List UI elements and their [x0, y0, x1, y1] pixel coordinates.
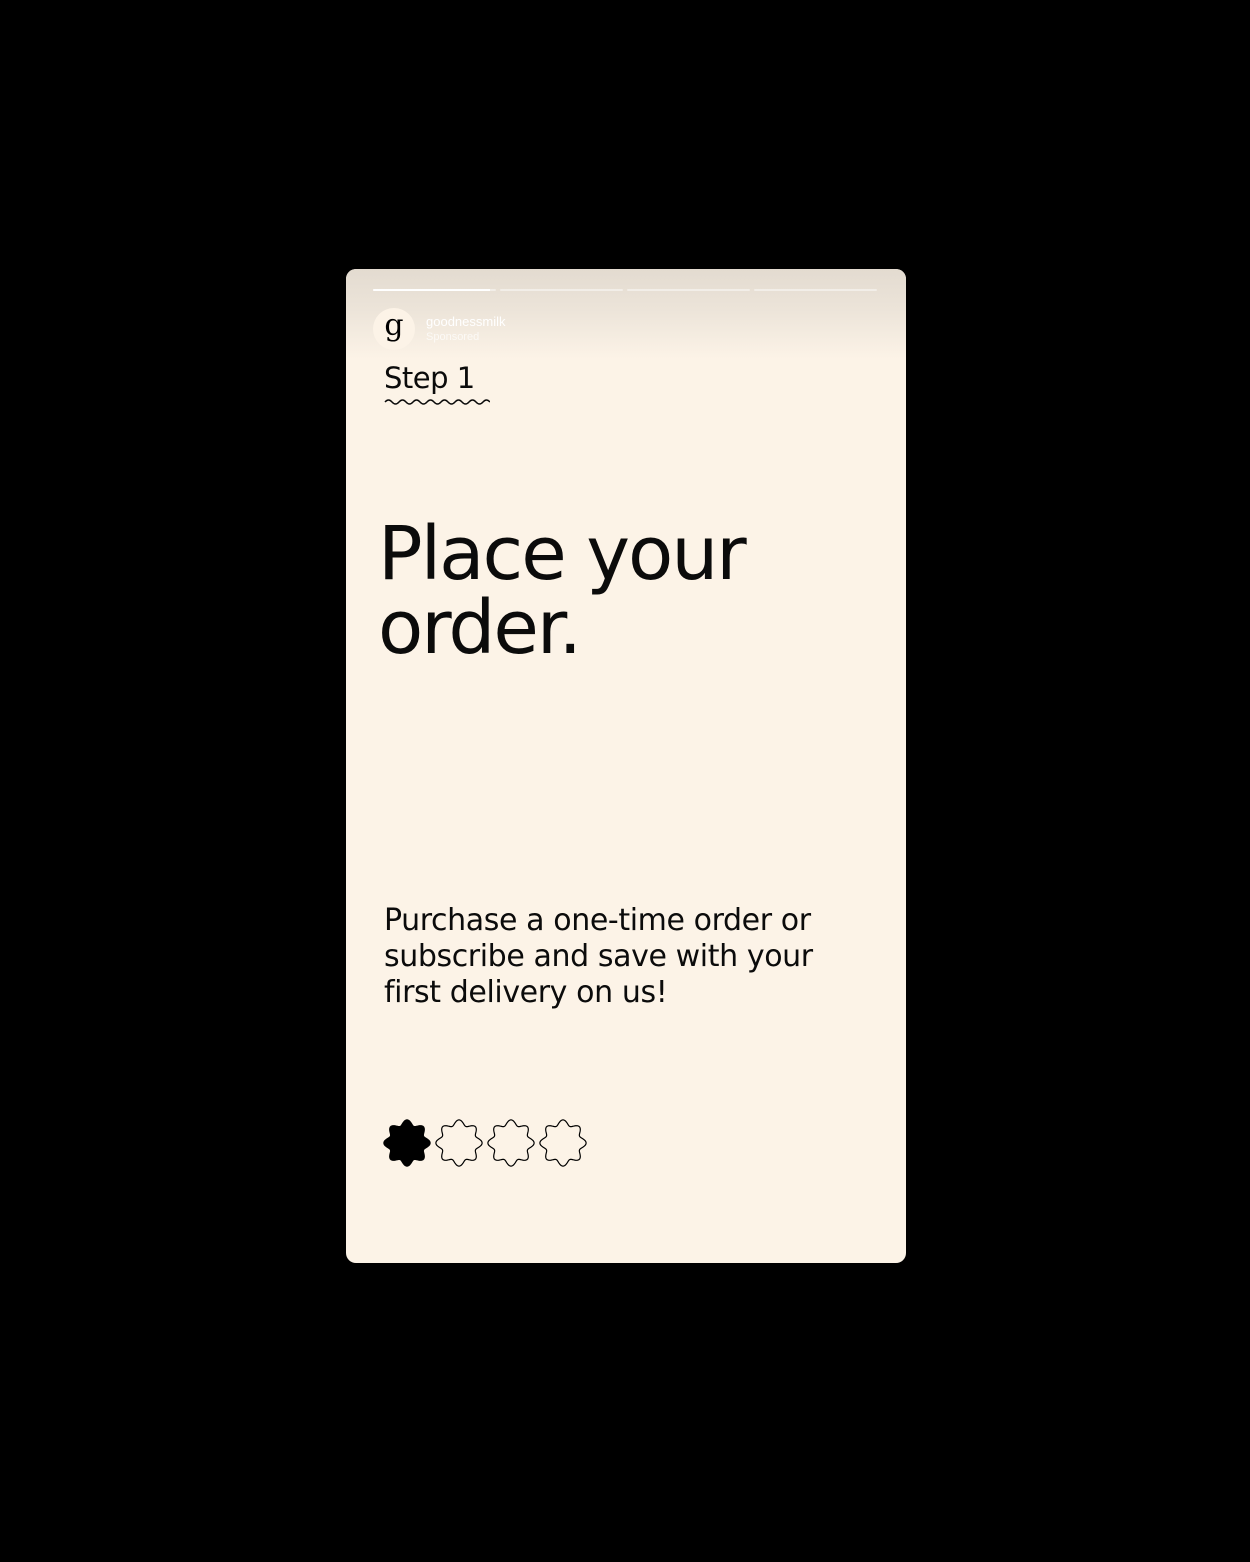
flower-icon [539, 1119, 587, 1167]
pager-dot-active[interactable] [383, 1119, 431, 1167]
body-copy: Purchase a one-time order or subscribe a… [384, 903, 813, 1010]
step-pager [383, 1119, 587, 1167]
flower-icon [435, 1119, 483, 1167]
pager-dot[interactable] [539, 1119, 587, 1167]
account-name[interactable]: goodnessmilk [426, 314, 506, 330]
squiggle-underline-icon [384, 399, 490, 405]
sponsored-label: Sponsored [426, 331, 480, 343]
headline: Place your order. [378, 511, 747, 671]
progress-segment [373, 289, 496, 291]
flower-icon [383, 1119, 431, 1167]
progress-fill [373, 289, 490, 291]
step-label: Step 1 [384, 361, 475, 395]
story-card[interactable]: g goodnessmilk Sponsored Step 1 Place yo… [346, 269, 906, 1263]
flower-icon [487, 1119, 535, 1167]
progress-segment [627, 289, 750, 291]
account-text: goodnessmilk Sponsored [426, 314, 506, 344]
progress-segment [500, 289, 623, 291]
story-progress-bar [373, 289, 877, 291]
avatar[interactable]: g [373, 308, 415, 350]
progress-segment [754, 289, 877, 291]
avatar-letter: g [384, 308, 404, 343]
pager-dot[interactable] [487, 1119, 535, 1167]
pager-dot[interactable] [435, 1119, 483, 1167]
account-header[interactable]: g goodnessmilk Sponsored [373, 308, 506, 350]
